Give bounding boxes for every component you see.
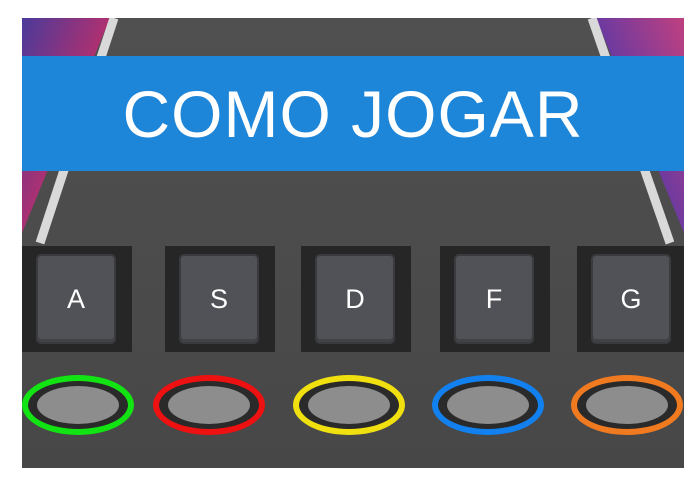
- hit-ring-d: [293, 375, 405, 435]
- key-cap[interactable]: A: [36, 254, 116, 344]
- key-box-g[interactable]: G: [577, 246, 684, 352]
- key-label: F: [485, 283, 503, 314]
- key-label: A: [66, 283, 85, 314]
- key-cap[interactable]: S: [179, 254, 259, 344]
- hit-ring-s: [153, 375, 265, 435]
- hit-pad: [447, 386, 529, 424]
- game-scene: COMO JOGAR A S D F G: [22, 18, 684, 468]
- key-cap[interactable]: F: [454, 254, 534, 344]
- hit-ring-f: [432, 375, 544, 435]
- hit-pad: [308, 386, 390, 424]
- hit-ring-a: [22, 375, 134, 435]
- key-box-a[interactable]: A: [22, 246, 132, 352]
- key-label: S: [209, 283, 228, 314]
- key-label: G: [620, 283, 642, 314]
- key-box-d[interactable]: D: [301, 246, 411, 352]
- hit-pad: [37, 386, 119, 424]
- hit-ring-g: [571, 375, 683, 435]
- key-label: D: [345, 283, 365, 314]
- title-banner: COMO JOGAR: [22, 56, 684, 171]
- key-box-f[interactable]: F: [440, 246, 550, 352]
- page-title: COMO JOGAR: [122, 76, 584, 151]
- key-box-s[interactable]: S: [165, 246, 275, 352]
- hit-pad: [586, 386, 668, 424]
- key-cap[interactable]: D: [315, 254, 395, 344]
- hit-pad: [168, 386, 250, 424]
- key-cap[interactable]: G: [591, 254, 671, 344]
